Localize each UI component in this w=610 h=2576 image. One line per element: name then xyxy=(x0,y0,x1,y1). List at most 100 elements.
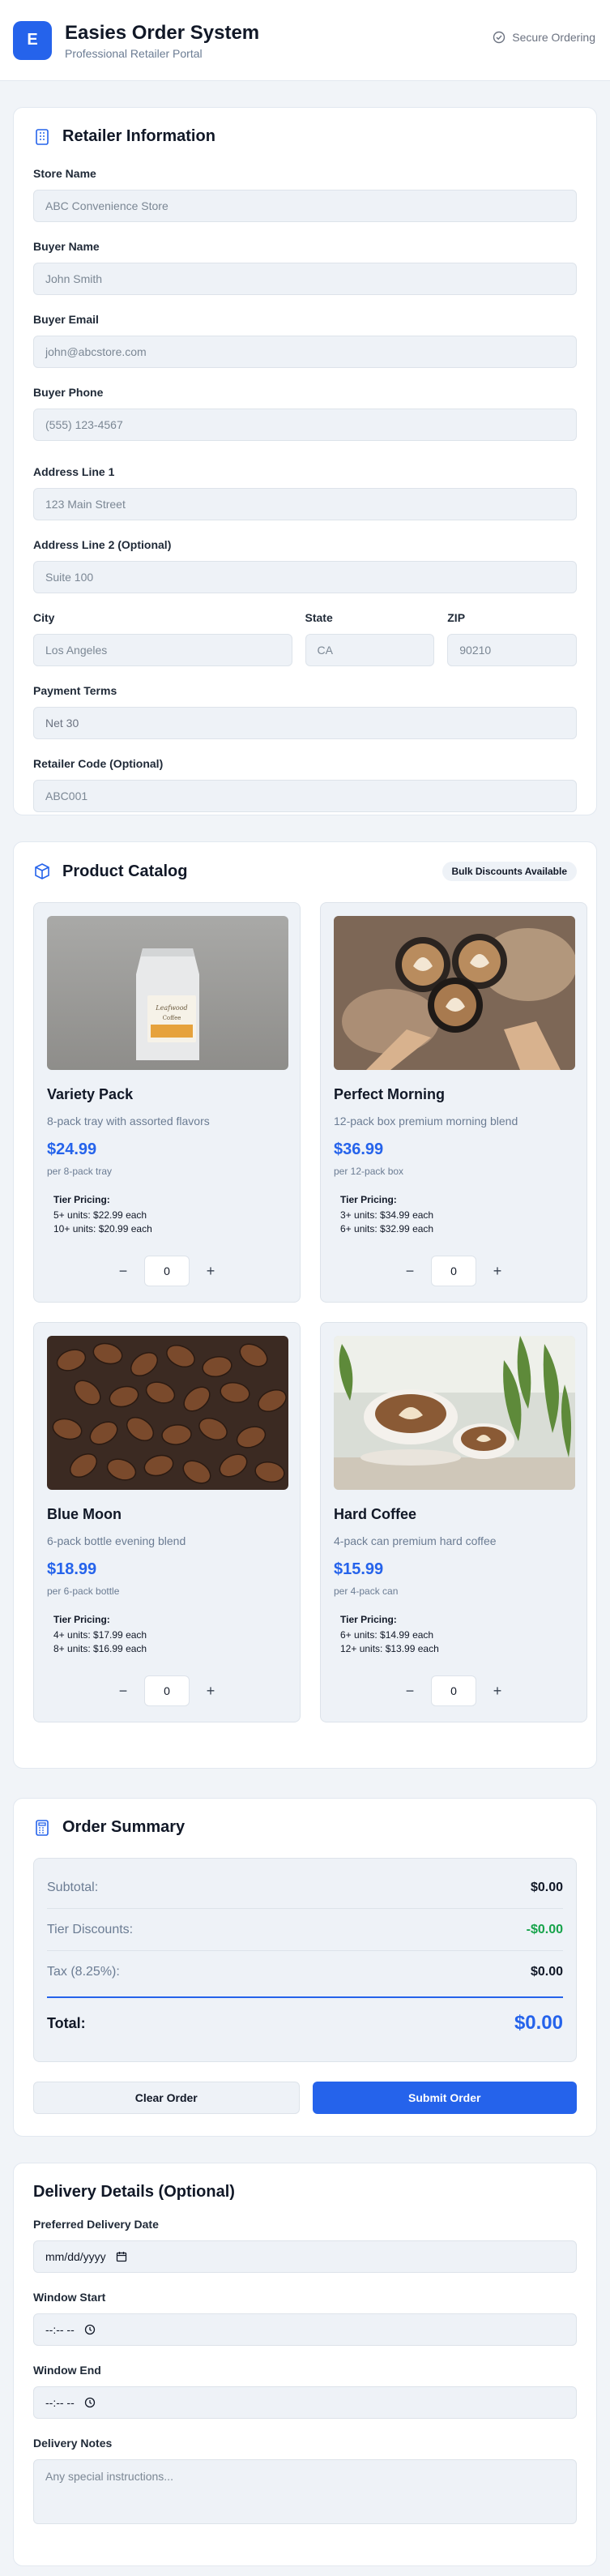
product-description: 6-pack bottle evening blend xyxy=(47,1534,186,1547)
buyer-email-label: Buyer Email xyxy=(33,313,99,326)
summary-card-header: Order Summary xyxy=(33,1818,577,1837)
product-price: $15.99 xyxy=(334,1560,384,1578)
quantity-stepper: − 0 + xyxy=(334,1675,574,1706)
app-subtitle: Professional Retailer Portal xyxy=(65,46,203,60)
buyer-name-input[interactable]: John Smith xyxy=(33,263,577,295)
tier-pricing: Tier Pricing: 6+ units: $14.99 each 12+ … xyxy=(334,1613,574,1656)
summary-card-title: Order Summary xyxy=(62,1818,186,1836)
increase-button[interactable]: + xyxy=(198,1258,224,1284)
catalog-card-header: Product Catalog Bulk Discounts Available xyxy=(33,862,577,881)
tier-line: 8+ units: $16.99 each xyxy=(53,1643,147,1654)
quantity-stepper: − 0 + xyxy=(334,1256,574,1286)
product-description: 12-pack box premium morning blend xyxy=(334,1115,518,1128)
delivery-notes-label: Delivery Notes xyxy=(33,2437,113,2450)
discount-label: Tier Discounts: xyxy=(47,1922,134,1936)
increase-button[interactable]: + xyxy=(484,1258,510,1284)
quantity-input[interactable]: 0 xyxy=(431,1256,476,1286)
state-input[interactable]: CA xyxy=(305,634,435,666)
product-price: $18.99 xyxy=(47,1560,97,1578)
delivery-notes-textarea[interactable]: Any special instructions... xyxy=(33,2459,577,2524)
store-name-input[interactable]: ABC Convenience Store xyxy=(33,190,577,222)
product-card: Blue Moon 6-pack bottle evening blend $1… xyxy=(33,1322,301,1722)
increase-button[interactable]: + xyxy=(198,1678,224,1704)
window-start-label: Window Start xyxy=(33,2291,106,2304)
retailer-card-title: Retailer Information xyxy=(62,127,215,145)
window-end-label: Window End xyxy=(33,2364,101,2377)
svg-text:Leafwood: Leafwood xyxy=(155,1004,187,1012)
product-card: Hard Coffee 4-pack can premium hard coff… xyxy=(320,1322,587,1722)
app-title: Easies Order System xyxy=(65,21,260,44)
summary-card: Order Summary Subtotal: $0.00 Tier Disco… xyxy=(13,1798,597,2137)
tax-label: Tax (8.25%): xyxy=(47,1965,120,1979)
svg-text:Coffee: Coffee xyxy=(163,1015,181,1021)
delivery-date-value: mm/dd/yyyy xyxy=(45,2250,106,2263)
delivery-card-title: Delivery Details (Optional) xyxy=(33,2183,235,2201)
product-description: 4-pack can premium hard coffee xyxy=(334,1534,497,1547)
box-icon xyxy=(35,863,49,879)
window-end-value: --:-- -- xyxy=(45,2396,75,2409)
buyer-phone-input[interactable]: (555) 123-4567 xyxy=(33,409,577,441)
decrease-button[interactable]: − xyxy=(397,1678,423,1704)
tier-pricing: Tier Pricing: 4+ units: $17.99 each 8+ u… xyxy=(47,1613,287,1656)
product-unit: per 12-pack box xyxy=(334,1166,404,1177)
product-price: $24.99 xyxy=(47,1140,97,1158)
discount-value: -$0.00 xyxy=(526,1922,563,1936)
city-label: City xyxy=(33,611,55,624)
subtotal-row: Subtotal: $0.00 xyxy=(47,1867,563,1909)
clear-order-button[interactable]: Clear Order xyxy=(33,2082,300,2114)
submit-order-button[interactable]: Submit Order xyxy=(312,2082,577,2114)
zip-label: ZIP xyxy=(447,611,466,624)
summary-actions: Clear Order Submit Order xyxy=(33,2082,577,2114)
quantity-input[interactable]: 0 xyxy=(144,1256,190,1286)
city-input[interactable]: Los Angeles xyxy=(33,634,292,666)
address1-label: Address Line 1 xyxy=(33,465,115,478)
app-logo: E xyxy=(13,20,52,60)
product-name: Variety Pack xyxy=(47,1086,134,1102)
address1-input[interactable]: 123 Main Street xyxy=(33,488,577,520)
retailer-code-input[interactable]: ABC001 xyxy=(33,780,577,812)
product-image-coffee-bag: Leafwood Coffee xyxy=(47,916,288,1070)
retailer-code-label: Retailer Code (Optional) xyxy=(33,757,164,770)
buyer-email-input[interactable]: john@abcstore.com xyxy=(33,336,577,368)
secure-label: Secure Ordering xyxy=(512,31,595,44)
clock-icon[interactable] xyxy=(84,2324,96,2335)
secure-indicator: Secure Ordering xyxy=(493,31,595,44)
product-unit: per 4-pack can xyxy=(334,1585,399,1597)
calendar-icon[interactable] xyxy=(116,2251,127,2262)
product-price: $36.99 xyxy=(334,1140,384,1158)
quantity-stepper: − 0 + xyxy=(47,1675,287,1706)
window-start-value: --:-- -- xyxy=(45,2323,75,2336)
product-unit: per 6-pack bottle xyxy=(47,1585,120,1597)
buyer-name-label: Buyer Name xyxy=(33,240,100,253)
address2-label: Address Line 2 (Optional) xyxy=(33,538,172,551)
tier-line: 6+ units: $14.99 each xyxy=(340,1629,434,1641)
window-end-input[interactable]: --:-- -- xyxy=(33,2386,577,2419)
window-start-input[interactable]: --:-- -- xyxy=(33,2313,577,2346)
decrease-button[interactable]: − xyxy=(110,1258,136,1284)
subtotal-label: Subtotal: xyxy=(47,1880,99,1894)
tier-heading: Tier Pricing: xyxy=(340,1614,397,1625)
increase-button[interactable]: + xyxy=(484,1678,510,1704)
quantity-input[interactable]: 0 xyxy=(144,1675,190,1706)
store-name-label: Store Name xyxy=(33,167,96,180)
delivery-date-input[interactable]: mm/dd/yyyy xyxy=(33,2240,577,2273)
decrease-button[interactable]: − xyxy=(110,1678,136,1704)
quantity-input[interactable]: 0 xyxy=(431,1675,476,1706)
brand-block: Easies Order System Professional Retaile… xyxy=(65,21,259,60)
decrease-button[interactable]: − xyxy=(397,1258,423,1284)
product-description: 8-pack tray with assorted flavors xyxy=(47,1115,210,1128)
tier-line: 6+ units: $32.99 each xyxy=(340,1223,434,1235)
quantity-stepper: − 0 + xyxy=(47,1256,287,1286)
product-unit: per 8-pack tray xyxy=(47,1166,113,1177)
payment-terms-select[interactable]: Net 30 xyxy=(33,707,577,739)
subtotal-value: $0.00 xyxy=(530,1880,563,1894)
zip-input[interactable]: 90210 xyxy=(447,634,577,666)
building-icon xyxy=(36,128,49,145)
product-grid: Leafwood Coffee Variety Pack 8-pack tray… xyxy=(33,902,587,1722)
delivery-card: Delivery Details (Optional) Preferred De… xyxy=(13,2163,597,2566)
clock-icon[interactable] xyxy=(84,2397,96,2408)
total-row: Total: $0.00 xyxy=(47,1996,563,2048)
retailer-card-header: Retailer Information xyxy=(33,127,577,146)
address2-input[interactable]: Suite 100 xyxy=(33,561,577,593)
tier-heading: Tier Pricing: xyxy=(340,1194,397,1205)
